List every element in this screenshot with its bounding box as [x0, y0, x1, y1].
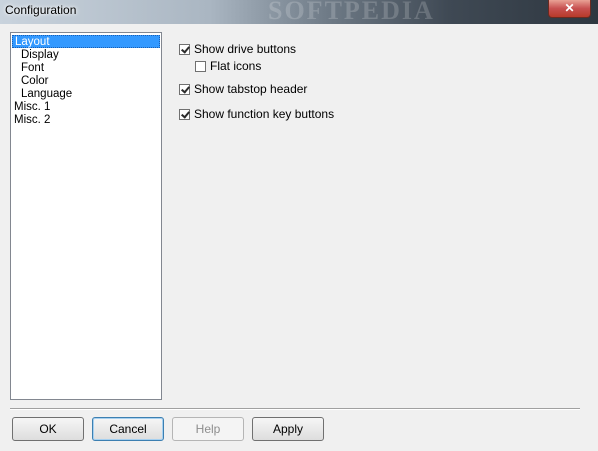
flat-icons-option[interactable]: Flat icons [195, 58, 261, 74]
show-tabstop-header-option[interactable]: Show tabstop header [179, 81, 307, 97]
show-drive-buttons-label: Show drive buttons [194, 42, 297, 56]
flat-icons-label: Flat icons [210, 59, 262, 73]
ok-button[interactable]: OK [12, 417, 84, 441]
flat-icons-checkbox[interactable] [195, 60, 206, 72]
category-tree[interactable]: Layout Display Font Color Language Misc.… [10, 32, 162, 400]
show-tabstop-header-label: Show tabstop header [194, 82, 308, 96]
tree-item-misc-1[interactable]: Misc. 1 [14, 101, 50, 114]
show-function-key-buttons-option[interactable]: Show function key buttons [179, 106, 334, 122]
show-drive-buttons-checkbox[interactable] [179, 43, 190, 55]
show-function-key-buttons-checkbox[interactable] [179, 108, 190, 120]
tree-item-font[interactable]: Font [21, 62, 44, 75]
tree-item-color[interactable]: Color [21, 75, 48, 88]
window-title: Configuration [5, 3, 77, 17]
show-tabstop-header-checkbox[interactable] [179, 83, 190, 95]
button-separator [10, 408, 580, 410]
tree-item-language[interactable]: Language [21, 88, 72, 101]
watermark: SOFTPEDIA [268, 0, 435, 25]
close-icon: ✕ [564, 1, 575, 15]
show-function-key-buttons-label: Show function key buttons [194, 107, 335, 121]
apply-button[interactable]: Apply [252, 417, 324, 441]
tree-item-layout[interactable]: Layout [12, 35, 160, 48]
tree-item-misc-2[interactable]: Misc. 2 [14, 114, 50, 127]
tree-item-display[interactable]: Display [21, 49, 59, 62]
close-button[interactable]: ✕ [548, 0, 591, 18]
show-drive-buttons-option[interactable]: Show drive buttons [179, 41, 296, 57]
title-bar[interactable]: Configuration SOFTPEDIA ✕ [0, 0, 598, 25]
help-button[interactable]: Help [172, 417, 244, 441]
cancel-button[interactable]: Cancel [92, 417, 164, 441]
